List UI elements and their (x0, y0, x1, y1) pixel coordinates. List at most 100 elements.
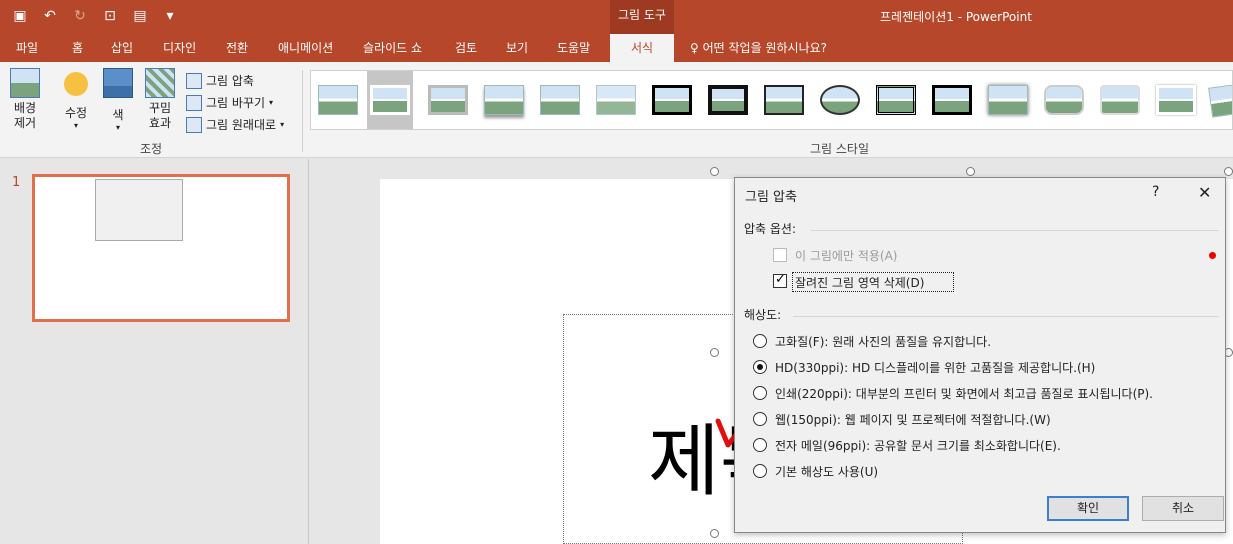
customize-qat-icon[interactable]: ▾ (160, 6, 180, 26)
remove-background-button[interactable]: 배경 제거 (8, 68, 42, 131)
red-dot-marker (1209, 252, 1216, 259)
resolution-radio-email[interactable] (753, 438, 767, 452)
picture-style-3[interactable] (425, 77, 471, 123)
tab-help[interactable]: 도움말 (557, 34, 590, 62)
picture-style-7[interactable] (649, 77, 695, 123)
style-preview (484, 85, 524, 115)
change-picture-icon (186, 95, 202, 111)
picture-style-5[interactable] (537, 77, 583, 123)
corrections-button[interactable]: 수정 ▾ (58, 68, 94, 130)
sun-icon (64, 72, 88, 96)
style-preview (428, 85, 468, 115)
group-separator (302, 70, 303, 152)
tab-animations[interactable]: 애니메이션 (278, 34, 333, 62)
tab-design[interactable]: 디자인 (163, 34, 196, 62)
compress-pictures-dialog: 그림 압축 ? ✕ 압축 옵션: 이 그림에만 적용(A) 잘려진 그림 영역 … (734, 177, 1226, 533)
resolution-radio-print[interactable] (753, 386, 767, 400)
style-preview (988, 85, 1028, 115)
resolution-radio-hd[interactable] (753, 360, 767, 374)
chevron-down-icon: ▾ (280, 120, 285, 129)
remove-background-icon (10, 68, 40, 98)
selection-handle[interactable] (710, 529, 719, 538)
tab-review[interactable]: 검토 (455, 34, 477, 62)
tab-insert[interactable]: 삽입 (111, 34, 133, 62)
picture-style-2[interactable] (367, 71, 413, 129)
save-icon[interactable]: ▣ (10, 6, 30, 26)
picture-style-4[interactable] (481, 77, 527, 123)
color-button[interactable]: 색 ▾ (102, 68, 134, 132)
picture-style-1[interactable] (315, 77, 361, 123)
artistic-effects-icon (145, 68, 175, 98)
style-preview (652, 85, 692, 115)
selection-handle[interactable] (710, 348, 719, 357)
selection-handle[interactable] (1224, 167, 1233, 176)
title-bar: ▣ ↶ ↻ ⊡ ▤ ▾ 그림 도구 프레젠테이션1 - PowerPoint (0, 0, 1233, 34)
remove-background-label: 배경 제거 (13, 101, 37, 130)
style-preview (932, 85, 972, 115)
reset-picture-label: 그림 원래대로 (206, 118, 277, 132)
slide-thumbnail[interactable] (32, 174, 290, 322)
resolution-option-label: HD(330ppi): HD 디스플레이를 위한 고품질을 제공합니다.(H) (775, 361, 1096, 375)
dialog-title: 그림 압축 (745, 190, 797, 205)
artistic-effects-button[interactable]: 꾸밈 효과 (140, 68, 180, 131)
tab-format[interactable]: 서식 (610, 34, 674, 62)
change-picture-label: 그림 바꾸기 (206, 96, 266, 110)
cancel-button[interactable]: 취소 (1142, 496, 1224, 521)
layout-icon[interactable]: ▤ (130, 6, 150, 26)
tab-slideshow[interactable]: 슬라이드 쇼 (363, 34, 422, 62)
compress-pictures-button[interactable]: 그림 압축 (186, 70, 284, 92)
style-preview (708, 85, 748, 115)
color-icon (103, 68, 133, 98)
picture-style-9[interactable] (761, 77, 807, 123)
picture-style-13[interactable] (985, 77, 1031, 123)
help-icon[interactable]: ? (1152, 184, 1159, 200)
compress-label: 그림 압축 (206, 74, 254, 88)
undo-icon[interactable]: ↶ (40, 6, 60, 26)
resolution-option-label: 전자 메일(96ppi): 공유할 문서 크기를 최소화합니다(E). (775, 439, 1061, 453)
picture-style-12[interactable] (929, 77, 975, 123)
tab-view[interactable]: 보기 (506, 34, 528, 62)
tab-transitions[interactable]: 전환 (226, 34, 248, 62)
redo-icon[interactable]: ↻ (70, 6, 90, 26)
selection-handle[interactable] (966, 167, 975, 176)
style-preview (318, 85, 358, 115)
picture-style-10[interactable] (817, 77, 863, 123)
picture-style-16[interactable] (1153, 77, 1199, 123)
change-picture-button[interactable]: 그림 바꾸기 ▾ (186, 92, 284, 114)
picture-small-buttons: 그림 압축 그림 바꾸기 ▾ 그림 원래대로 ▾ (186, 70, 284, 136)
reset-picture-button[interactable]: 그림 원래대로 ▾ (186, 114, 284, 136)
delete-cropped-checkbox[interactable] (773, 272, 787, 288)
ok-button[interactable]: 확인 (1047, 496, 1129, 521)
resolution-radio-web[interactable] (753, 412, 767, 426)
resolution-option-label: 인쇄(220ppi): 대부분의 프린터 및 화면에서 최고급 품질로 표시됩니… (775, 387, 1153, 401)
tell-me-box[interactable]: ♀ 어떤 작업을 원하시나요? (690, 34, 827, 62)
apply-only-checkbox[interactable] (773, 248, 787, 262)
compress-icon (186, 73, 202, 89)
resolution-radio-default[interactable] (753, 464, 767, 478)
resolution-radio-high-fidelity[interactable] (753, 334, 767, 348)
picture-tools-context: 그림 도구 (610, 0, 674, 34)
picture-style-17[interactable] (1207, 77, 1232, 123)
tab-file[interactable]: 파일 (16, 34, 38, 62)
ribbon-tabs: 파일 홈 삽입 디자인 전환 애니메이션 슬라이드 쇼 검토 보기 도움말 서식… (0, 34, 1233, 62)
reset-picture-icon (186, 117, 202, 133)
resolution-option-label: 웹(150ppi): 웹 페이지 및 프로젝터에 적절합니다.(W) (775, 413, 1051, 427)
picture-style-14[interactable] (1041, 77, 1087, 123)
lightbulb-icon: ♀ (690, 41, 699, 55)
tab-home[interactable]: 홈 (72, 34, 83, 62)
apply-only-label: 이 그림에만 적용(A) (795, 249, 898, 263)
ribbon: 배경 제거 수정 ▾ 색 ▾ 꾸밈 효과 그림 압축 그림 바꾸기 ▾ 그림 원래… (0, 62, 1233, 158)
resolution-label: 해상도: (744, 308, 782, 322)
style-preview (596, 85, 636, 115)
picture-style-15[interactable] (1097, 77, 1143, 123)
close-icon[interactable]: ✕ (1198, 183, 1211, 202)
quick-access-toolbar: ▣ ↶ ↻ ⊡ ▤ ▾ (10, 6, 180, 26)
picture-style-8[interactable] (705, 77, 751, 123)
picture-style-11[interactable] (873, 77, 919, 123)
document-title: 프레젠테이션1 - PowerPoint (880, 10, 1032, 24)
selection-handle[interactable] (710, 167, 719, 176)
picture-style-6[interactable] (593, 77, 639, 123)
present-icon[interactable]: ⊡ (100, 6, 120, 26)
tell-me-text: 어떤 작업을 원하시나요? (702, 41, 828, 55)
style-preview (370, 85, 410, 115)
